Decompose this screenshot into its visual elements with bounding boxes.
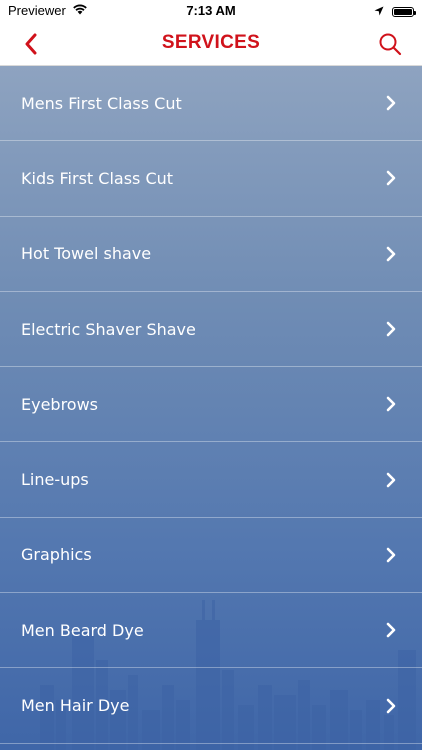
service-label: Men Hair Dye	[21, 696, 130, 716]
chevron-right-icon	[384, 246, 398, 262]
back-button[interactable]	[14, 28, 48, 60]
navigation-bar: SERVICES	[0, 22, 422, 66]
chevron-right-icon	[384, 396, 398, 412]
chevron-right-icon	[384, 622, 398, 638]
chevron-right-icon	[384, 547, 398, 563]
service-item-men-beard-dye[interactable]: Men Beard Dye	[0, 593, 422, 669]
status-right	[374, 4, 416, 19]
service-item-line-ups[interactable]: Line-ups	[0, 442, 422, 518]
service-label: Graphics	[21, 545, 92, 565]
service-label: Kids First Class Cut	[21, 168, 174, 188]
app-screen: Previewer 7:13 AM SERVICES Mens First Cl…	[0, 0, 422, 750]
service-item-graphics[interactable]: Graphics	[0, 518, 422, 594]
service-label: Men Beard Dye	[21, 620, 144, 640]
page-title: SERVICES	[161, 32, 261, 53]
services-list-container[interactable]: Mens First Class Cut Kids First Class Cu…	[0, 66, 422, 750]
search-icon	[379, 33, 402, 56]
status-bar: Previewer 7:13 AM	[0, 0, 422, 22]
status-time: 7:13 AM	[186, 3, 236, 18]
service-item-men-hair-dye[interactable]: Men Hair Dye	[0, 668, 422, 744]
chevron-right-icon	[384, 321, 398, 337]
service-item-hot-towel-shave[interactable]: Hot Towel shave	[0, 217, 422, 292]
service-item-mens-first-class-cut[interactable]: Mens First Class Cut	[0, 66, 422, 142]
service-item-kids-first-class-cut[interactable]: Kids First Class Cut	[0, 141, 422, 217]
battery-icon	[392, 6, 416, 17]
chevron-right-icon	[384, 698, 398, 714]
service-item-electric-shaver-shave[interactable]: Electric Shaver Shave	[0, 292, 422, 368]
service-item-eyebrows[interactable]: Eyebrows	[0, 367, 422, 443]
search-button[interactable]	[374, 29, 406, 59]
location-arrow-icon	[374, 4, 384, 19]
service-label: Eyebrows	[21, 394, 99, 414]
service-label: Line-ups	[21, 470, 89, 490]
service-label: Electric Shaver Shave	[21, 319, 196, 339]
chevron-right-icon	[384, 472, 398, 488]
services-list: Mens First Class Cut Kids First Class Cu…	[0, 66, 422, 744]
chevron-right-icon	[384, 95, 398, 111]
service-label: Hot Towel shave	[21, 244, 152, 264]
service-label: Mens First Class Cut	[21, 93, 182, 113]
chevron-left-icon	[25, 33, 37, 55]
chevron-right-icon	[384, 170, 398, 186]
